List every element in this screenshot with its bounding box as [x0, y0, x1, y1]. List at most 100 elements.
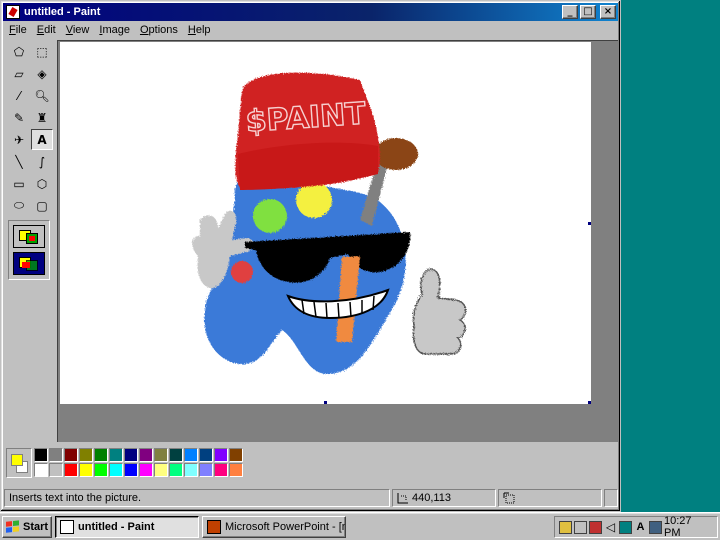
- task-paint[interactable]: untitled - Paint: [55, 516, 199, 538]
- monitor-tray-icon[interactable]: [589, 520, 602, 534]
- window-title: untitled - Paint: [24, 6, 101, 18]
- paint-app-icon[interactable]: [6, 5, 20, 19]
- tool-ellipse[interactable]: ⬭: [8, 195, 30, 216]
- cursor-position-value: 440,113: [412, 492, 451, 504]
- palette-swatch[interactable]: [229, 448, 243, 462]
- color-palette: [34, 448, 243, 477]
- drawing-canvas[interactable]: $PAINT: [60, 42, 591, 404]
- tool-line[interactable]: ╲: [8, 151, 30, 172]
- palette-swatch[interactable]: [109, 448, 123, 462]
- menu-image[interactable]: Image: [94, 24, 135, 36]
- green-dot: [253, 199, 287, 233]
- scheduler-tray-icon[interactable]: [559, 520, 572, 534]
- tool-curve[interactable]: ∫: [31, 151, 53, 172]
- menu-edit[interactable]: Edit: [32, 24, 61, 36]
- palette-swatch[interactable]: [214, 448, 228, 462]
- tool-free-form-select[interactable]: ⬠: [8, 41, 30, 62]
- palette-swatch[interactable]: [139, 463, 153, 477]
- maximize-button[interactable]: □: [580, 5, 596, 19]
- tool-text[interactable]: A: [31, 129, 53, 150]
- palette-swatch[interactable]: [94, 463, 108, 477]
- start-button[interactable]: Start: [2, 516, 52, 538]
- size-grip[interactable]: [604, 489, 618, 507]
- palette-swatch[interactable]: [34, 463, 48, 477]
- tool-select[interactable]: ⬚: [31, 41, 53, 62]
- menu-help[interactable]: Help: [183, 24, 216, 36]
- printer-tray-icon[interactable]: [649, 520, 662, 534]
- taskbar-clock[interactable]: 10:27 PM: [664, 515, 713, 539]
- palette-swatch[interactable]: [49, 463, 63, 477]
- palette-swatch[interactable]: [64, 448, 78, 462]
- line-icon: ╲: [15, 154, 23, 169]
- menu-options[interactable]: Options: [135, 24, 183, 36]
- canvas-resize-handle-corner[interactable]: [588, 401, 591, 404]
- task-powerpoint[interactable]: Microsoft PowerPoint - [mo...: [202, 516, 346, 538]
- eraser-icon: ▱: [14, 66, 24, 81]
- windows-logo-icon: [6, 520, 20, 533]
- canvas-resize-handle-bottom[interactable]: [324, 401, 327, 404]
- opaque-shapes-icon: [18, 229, 40, 245]
- tool-rounded-rectangle[interactable]: ▢: [31, 195, 53, 216]
- palette-swatch[interactable]: [124, 463, 138, 477]
- menu-file[interactable]: File: [4, 24, 32, 36]
- palette-swatch[interactable]: [154, 463, 168, 477]
- palette-swatch[interactable]: [109, 463, 123, 477]
- palette-swatch[interactable]: [79, 463, 93, 477]
- palette-swatch[interactable]: [124, 448, 138, 462]
- canvas-resize-handle-right[interactable]: [588, 222, 591, 225]
- menu-options-accel: O: [139, 24, 149, 36]
- palette-swatch[interactable]: [49, 448, 63, 462]
- palette-swatch[interactable]: [64, 463, 78, 477]
- menu-view[interactable]: View: [61, 24, 95, 36]
- tool-options-panel: [8, 220, 50, 280]
- status-bar: Inserts text into the picture. 440,113: [4, 487, 618, 509]
- tool-magnifier[interactable]: 🔍︎: [31, 85, 53, 106]
- tool-airbrush[interactable]: ✈: [8, 129, 30, 150]
- palette-swatch[interactable]: [154, 448, 168, 462]
- canvas-area[interactable]: $PAINT: [57, 40, 618, 442]
- palette-swatch[interactable]: [79, 448, 93, 462]
- palette-swatch[interactable]: [229, 463, 243, 477]
- color-box: [4, 444, 618, 482]
- red-cheek: [231, 261, 253, 283]
- tool-eraser[interactable]: ▱: [8, 63, 30, 84]
- close-button[interactable]: ×: [600, 5, 616, 19]
- menu-file-label: ile: [15, 24, 27, 36]
- tool-pencil[interactable]: ✎: [8, 107, 30, 128]
- transparent-background-option[interactable]: [13, 252, 45, 275]
- palette-swatch[interactable]: [94, 448, 108, 462]
- palette-swatch[interactable]: [184, 463, 198, 477]
- opaque-background-option[interactable]: [13, 225, 45, 248]
- paint-drawing: $PAINT: [192, 72, 467, 375]
- menu-view-label: iew: [72, 24, 90, 36]
- palette-swatch[interactable]: [169, 448, 183, 462]
- palette-swatch[interactable]: [184, 448, 198, 462]
- display-tray-icon[interactable]: [619, 520, 632, 534]
- volume-tray-icon[interactable]: ◁: [604, 520, 617, 534]
- network-tray-icon[interactable]: [574, 520, 587, 534]
- title-bar[interactable]: untitled - Paint _ □ ×: [3, 3, 618, 21]
- transparent-shapes-icon: [18, 256, 40, 272]
- foreground-color: [11, 454, 23, 466]
- menu-image-label: mage: [102, 24, 130, 36]
- palette-swatch[interactable]: [34, 448, 48, 462]
- tool-fill-with-color[interactable]: ◈: [31, 63, 53, 84]
- polygon-icon: ⬡: [36, 176, 48, 191]
- palette-swatch[interactable]: [199, 463, 213, 477]
- palette-swatch[interactable]: [139, 448, 153, 462]
- palette-swatch[interactable]: [214, 463, 228, 477]
- magnifier-icon: 🔍︎: [34, 88, 50, 103]
- paint-task-icon: [60, 520, 74, 534]
- tool-polygon[interactable]: ⬡: [31, 173, 53, 194]
- task-paint-label: untitled - Paint: [78, 521, 155, 533]
- menu-view-accel: V: [65, 24, 73, 36]
- palette-swatch[interactable]: [199, 448, 213, 462]
- curve-icon: ∫: [38, 154, 46, 169]
- palette-swatch[interactable]: [169, 463, 183, 477]
- tool-brush[interactable]: ♜: [31, 107, 53, 128]
- selection-size-icon: [503, 492, 515, 504]
- tool-pick-color[interactable]: ⁄: [8, 85, 30, 106]
- font-tray-icon[interactable]: A: [634, 521, 647, 534]
- tool-rectangle[interactable]: ▭: [8, 173, 30, 194]
- minimize-button[interactable]: _: [562, 5, 578, 19]
